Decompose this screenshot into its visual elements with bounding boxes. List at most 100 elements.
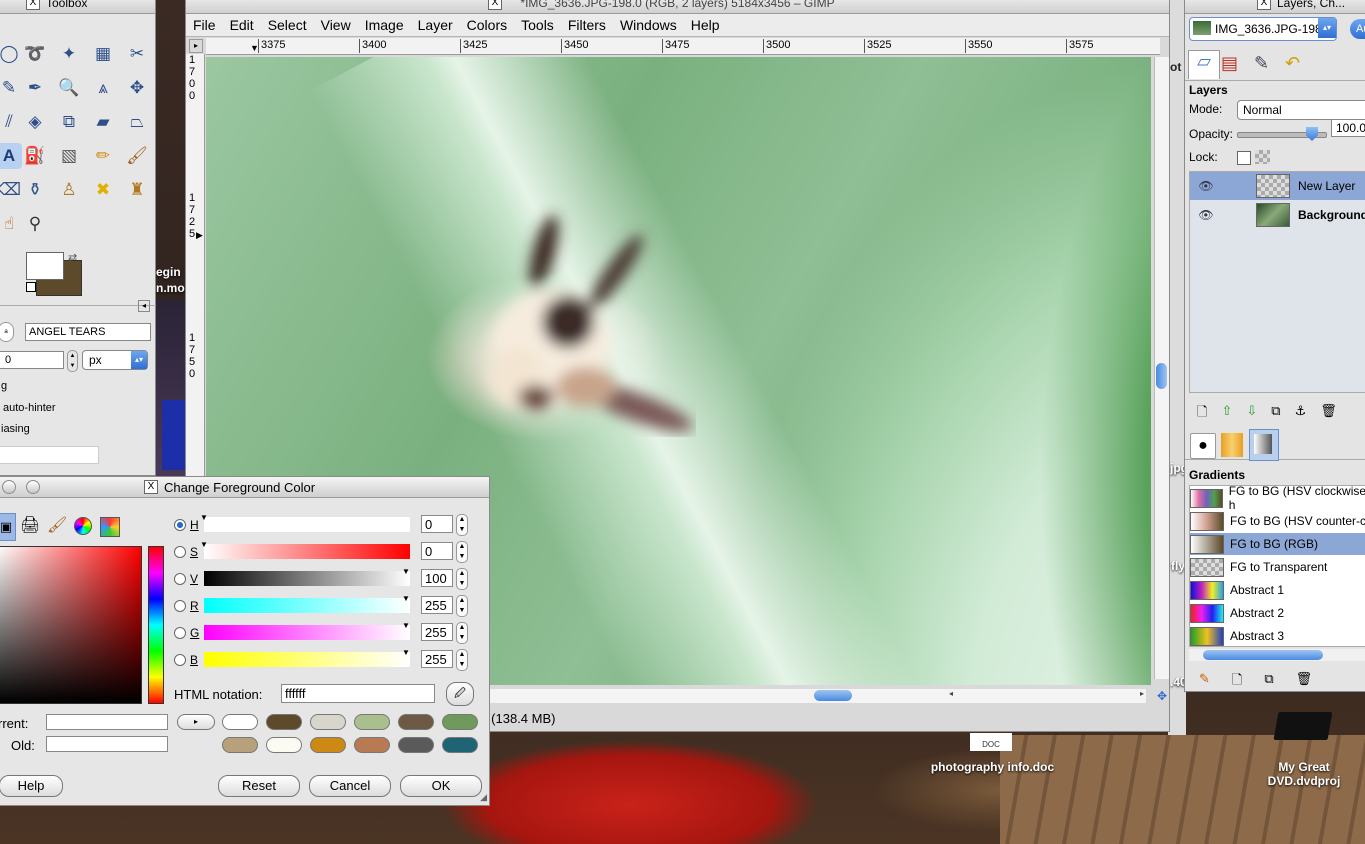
menu-help[interactable]: Help xyxy=(684,17,727,33)
channel-slider[interactable] xyxy=(204,544,410,559)
airbrush-icon[interactable]: ⚱ xyxy=(22,177,48,203)
watercolor-selector-tab[interactable]: 🖌 xyxy=(47,515,67,535)
channel-slider[interactable] xyxy=(204,571,410,586)
layer-row[interactable]: 👁 New Layer xyxy=(1190,172,1365,200)
lock-pixels-checkbox[interactable] xyxy=(1237,151,1251,165)
lock-alpha-icon[interactable] xyxy=(1255,150,1270,164)
auto-button[interactable]: Au xyxy=(1350,19,1365,39)
vertical-scroll-thumb[interactable] xyxy=(1156,363,1167,389)
channel-stepper[interactable]: ▲ ▼ xyxy=(456,541,468,563)
history-color-swatch[interactable] xyxy=(442,737,478,753)
dodge-burn-icon[interactable]: ⚲ xyxy=(22,211,48,237)
channel-slider[interactable] xyxy=(204,517,410,532)
image-selector[interactable]: IMG_3636.JPG-198 ▴▾ xyxy=(1189,17,1337,41)
size-stepper[interactable]: ▲ ▼ xyxy=(67,350,78,372)
menu-file[interactable]: File xyxy=(186,17,223,33)
opacity-slider-thumb[interactable] xyxy=(1306,127,1318,141)
tab-layers[interactable]: ▱ xyxy=(1188,50,1220,79)
gradients-hscroll[interactable] xyxy=(1189,649,1365,661)
channel-radio[interactable] xyxy=(174,627,186,639)
clone-icon[interactable]: ♙ xyxy=(56,177,82,203)
menu-select[interactable]: Select xyxy=(261,17,314,33)
history-color-swatch[interactable] xyxy=(354,714,390,730)
paintbrush-icon[interactable]: 🖌 xyxy=(124,143,150,169)
zoom-icon[interactable]: 🔍 xyxy=(56,75,82,101)
foreground-color-swatch[interactable] xyxy=(26,252,64,280)
history-color-swatch[interactable] xyxy=(442,714,478,730)
new-gradient-icon[interactable]: 🗋 xyxy=(1232,671,1242,691)
history-color-swatch[interactable] xyxy=(266,714,302,730)
channel-stepper[interactable]: ▲ ▼ xyxy=(456,514,468,536)
hscroll-left-icon[interactable]: ◂ xyxy=(949,689,953,698)
color-dialog-titlebar[interactable]: X Change Foreground Color xyxy=(0,477,489,498)
dock-titlebar[interactable]: X Layers, Ch... xyxy=(1185,0,1365,14)
doc-file-icon[interactable]: DOC xyxy=(970,733,1012,751)
hinting-option[interactable]: g xyxy=(1,380,7,392)
channel-radio[interactable] xyxy=(174,654,186,666)
history-color-swatch[interactable] xyxy=(222,714,258,730)
default-colors-icon[interactable] xyxy=(26,282,36,292)
move-icon[interactable]: ✥ xyxy=(124,75,150,101)
channel-stepper[interactable]: ▲ ▼ xyxy=(456,649,468,671)
channel-stepper[interactable]: ▲ ▼ xyxy=(456,595,468,617)
shear-icon[interactable]: ▰ xyxy=(90,109,116,135)
palette-selector-tab[interactable] xyxy=(100,517,120,537)
color-select-icon[interactable]: ▦ xyxy=(90,41,116,67)
tab-paths[interactable]: ✎ xyxy=(1254,53,1269,74)
horizontal-scroll-thumb[interactable] xyxy=(814,690,852,701)
minimize-window-icon[interactable] xyxy=(26,480,40,494)
font-size-input[interactable]: 0 xyxy=(0,351,64,369)
reset-button[interactable]: Reset xyxy=(218,775,300,797)
font-picker-icon[interactable]: ᵃ xyxy=(0,322,14,342)
dvd-file-label-1[interactable]: My Great xyxy=(1250,760,1358,774)
unit-select[interactable]: px ▴▾ xyxy=(82,350,148,370)
ok-button[interactable]: OK xyxy=(400,775,482,797)
color-field[interactable] xyxy=(0,446,99,464)
antialiasing-option[interactable]: iasing xyxy=(1,423,30,435)
horizontal-ruler[interactable]: 3375 3400 3425 3450 3475 3500 3525 3550 3575 ▼ xyxy=(206,38,1160,55)
swap-colors-icon[interactable]: ⇄ xyxy=(68,251,77,264)
gradient-item[interactable]: Abstract 2 xyxy=(1190,602,1365,624)
help-button[interactable]: Help xyxy=(0,775,63,797)
opacity-input[interactable]: 100.0 xyxy=(1331,119,1365,137)
gradient-item[interactable]: FG to Transparent xyxy=(1190,556,1365,578)
menu-tools[interactable]: Tools xyxy=(514,17,561,33)
paths-icon[interactable]: ✎ xyxy=(0,75,22,101)
duplicate-layer-icon[interactable]: ⧉ xyxy=(1271,403,1280,425)
gradient-item[interactable]: Abstract 3 xyxy=(1190,625,1365,646)
dvd-file-label-2[interactable]: DVD.dvdproj xyxy=(1250,774,1358,788)
history-color-swatch[interactable] xyxy=(266,737,302,753)
cancel-button[interactable]: Cancel xyxy=(309,775,391,797)
scissors-icon[interactable]: ✂ xyxy=(124,41,150,67)
panel-menu-icon[interactable]: ◂ xyxy=(138,300,150,312)
menu-windows[interactable]: Windows xyxy=(613,17,684,33)
tab-gradients[interactable] xyxy=(1249,429,1279,461)
menu-colors[interactable]: Colors xyxy=(460,17,514,33)
color-area[interactable] xyxy=(0,546,142,704)
doc-file-label[interactable]: photography info.doc xyxy=(920,760,1065,774)
history-color-swatch[interactable] xyxy=(222,737,258,753)
tab-patterns[interactable] xyxy=(1221,433,1243,457)
hue-strip[interactable] xyxy=(148,546,164,704)
delete-gradient-icon[interactable]: 🗑 xyxy=(1296,671,1313,691)
horizontal-scrollbar[interactable] xyxy=(486,689,1146,703)
heal-icon[interactable]: ✖ xyxy=(90,177,116,203)
channel-slider[interactable] xyxy=(204,625,410,640)
scale-icon[interactable]: ⧉ xyxy=(56,109,82,135)
add-to-history-button-icon[interactable]: ▸ xyxy=(177,714,215,730)
visibility-eye-icon[interactable]: 👁 xyxy=(1190,179,1222,193)
gradient-item[interactable]: FG to BG (RGB) xyxy=(1190,533,1365,555)
eyedropper-button-icon[interactable]: 🖉 xyxy=(446,682,474,706)
menu-filters[interactable]: Filters xyxy=(561,17,613,33)
channel-value-input[interactable]: 0 xyxy=(421,542,453,560)
resize-grip-icon[interactable]: ◢ xyxy=(480,792,487,803)
align-icon[interactable]: ⫽ xyxy=(0,109,22,135)
fuzzy-select-icon[interactable]: ✦ xyxy=(56,41,82,67)
tab-undo[interactable]: ↶ xyxy=(1285,53,1300,74)
channel-value-input[interactable]: 255 xyxy=(421,596,453,614)
opacity-slider[interactable] xyxy=(1237,127,1327,141)
channel-value-input[interactable]: 255 xyxy=(421,623,453,641)
visibility-eye-icon[interactable]: 👁 xyxy=(1190,208,1222,222)
layer-name[interactable]: Background xyxy=(1298,208,1365,222)
channel-radio[interactable] xyxy=(174,573,186,585)
